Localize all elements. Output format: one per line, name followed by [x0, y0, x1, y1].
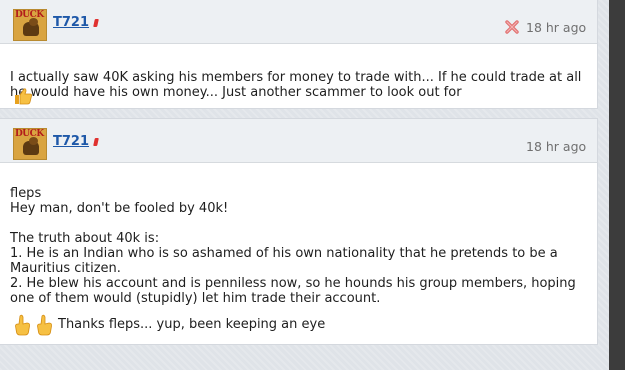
post-text: I actually saw 40K asking his members fo… — [10, 70, 582, 100]
username-link[interactable]: T721 — [53, 15, 89, 30]
avatar-duck-head — [29, 137, 38, 145]
post-header: DUCK T721 18 hr ago — [0, 119, 597, 163]
username-link[interactable]: T721 — [53, 134, 89, 149]
post-text: fleps Hey man, don't be fooled by 40k! T… — [10, 186, 576, 306]
thanks-text: Thanks fleps... yup, been keeping an eye — [58, 317, 326, 332]
delete-icon[interactable] — [505, 20, 519, 34]
avatar-duck-head — [29, 18, 38, 26]
pointing-hand-icon — [37, 314, 52, 336]
avatar[interactable]: DUCK — [13, 9, 47, 41]
post-card: DUCK T721 18 hr ago fleps Hey man, don't… — [0, 119, 597, 344]
post-body: I actually saw 40K asking his members fo… — [10, 55, 590, 100]
post-header: DUCK T721 18 hr ago — [0, 0, 597, 44]
flag-icon — [93, 138, 99, 146]
post-timestamp: 18 hr ago — [526, 139, 587, 154]
thumbs-up-icon[interactable] — [13, 87, 33, 105]
scrollbar-track[interactable] — [609, 0, 625, 370]
flag-icon — [93, 19, 99, 27]
post-card: DUCK T721 18 hr ago I actually saw 40K a… — [0, 0, 597, 108]
post-timestamp: 18 hr ago — [526, 20, 587, 35]
pointing-hand-icon — [15, 314, 30, 336]
avatar[interactable]: DUCK — [13, 128, 47, 160]
post-body: fleps Hey man, don't be fooled by 40k! T… — [10, 171, 590, 306]
